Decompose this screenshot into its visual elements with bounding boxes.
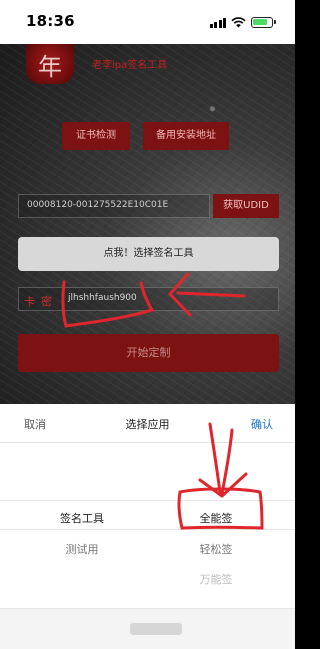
card-input-value[interactable]: jlhshhfaush900 xyxy=(68,293,137,303)
picker-selection-top-line xyxy=(0,500,295,501)
picker-selection-bottom-line xyxy=(0,529,295,530)
picker-left-option[interactable]: 签名工具 xyxy=(22,510,142,526)
status-bar: 18:36 xyxy=(0,0,295,44)
picker-header: 取消 选择应用 确认 xyxy=(0,404,295,443)
get-udid-button[interactable]: 获取UDID xyxy=(213,194,279,218)
picker-right-option[interactable]: 轻松签 xyxy=(156,541,276,557)
blurred-label xyxy=(130,623,182,635)
signal-icon xyxy=(209,17,226,28)
backup-address-button[interactable]: 备用安装地址 xyxy=(143,122,229,150)
select-tool-button[interactable]: 点我！选择签名工具 xyxy=(18,237,279,271)
status-time: 18:36 xyxy=(26,12,75,30)
card-label: 卡密 xyxy=(24,295,58,308)
app-title: 老李ipa签名工具 xyxy=(92,60,168,71)
udid-value: 00008120-001275522E10C01E xyxy=(27,200,169,210)
app-picker-sheet: 取消 选择应用 确认 签名工具 测试用 全能签 轻松签 万能签 xyxy=(0,404,295,649)
bottom-bar xyxy=(0,608,295,649)
start-customize-button[interactable]: 开始定制 xyxy=(18,334,279,372)
picker-right-option[interactable]: 全能签 xyxy=(156,510,276,526)
cert-check-button[interactable]: 证书检测 xyxy=(62,122,130,150)
confirm-button[interactable]: 确认 xyxy=(251,416,273,432)
app-screen: 年 老李ipa签名工具 证书检测 备用安装地址 00008120-0012755… xyxy=(0,44,295,404)
status-icons xyxy=(209,15,276,29)
app-logo: 年 xyxy=(26,44,74,84)
udid-field[interactable]: 00008120-001275522E10C01E xyxy=(18,194,210,218)
wifi-icon xyxy=(231,16,246,27)
battery-icon xyxy=(251,16,276,28)
picker-right-option[interactable]: 万能签 xyxy=(156,571,276,587)
picker-left-option[interactable]: 测试用 xyxy=(22,541,142,557)
